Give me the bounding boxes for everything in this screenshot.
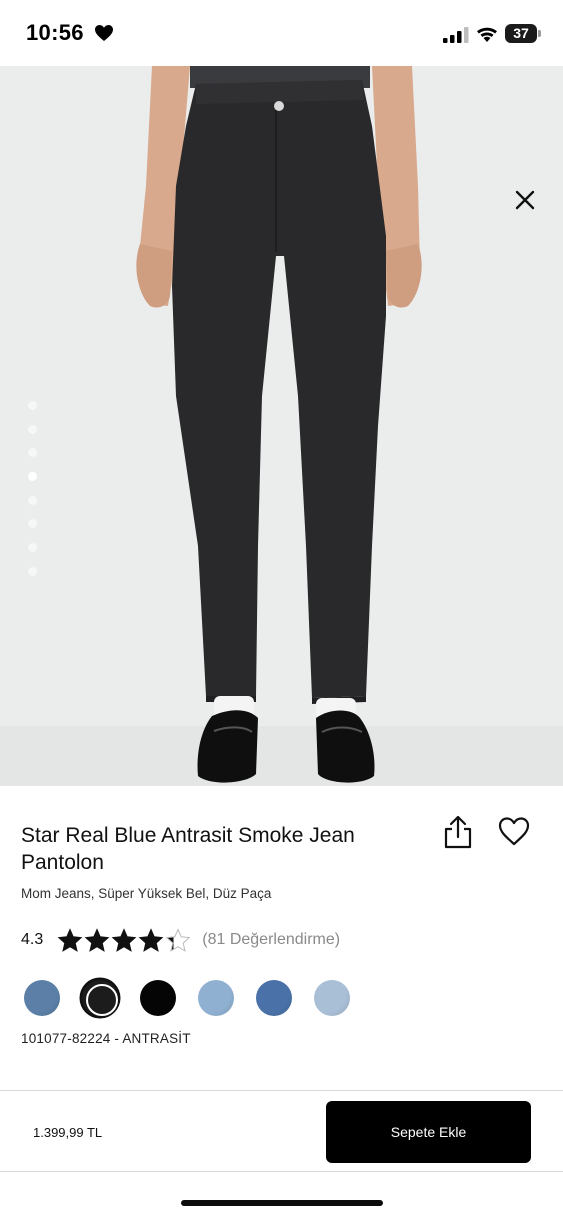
color-swatches (24, 980, 372, 1016)
bottom-bar: 1.399,99 TL Sepete Ekle (0, 1090, 563, 1172)
share-icon[interactable] (443, 815, 473, 849)
star-filled-icon (57, 928, 83, 952)
status-time: 10:56 (26, 20, 84, 45)
close-icon[interactable] (511, 186, 539, 214)
add-to-cart-button[interactable]: Sepete Ekle (326, 1101, 531, 1163)
gallery-dot[interactable] (28, 424, 37, 434)
star-filled-icon (138, 928, 164, 952)
color-swatch[interactable] (198, 980, 234, 1016)
status-bar: 10:56 37 (0, 0, 563, 66)
battery-level: 37 (513, 25, 529, 41)
price: 1.399,99 TL (33, 1125, 103, 1140)
product-photo (0, 66, 563, 786)
gallery-dot[interactable] (28, 566, 37, 576)
heart-outline-icon[interactable] (497, 815, 531, 847)
color-swatch[interactable] (140, 980, 176, 1016)
gallery-dot[interactable] (28, 401, 37, 410)
rating-stars[interactable] (57, 928, 192, 952)
star-filled-icon (111, 928, 137, 952)
product-title: Star Real Blue Antrasit Smoke Jean Panto… (21, 824, 355, 874)
review-count-link[interactable]: (81 Değerlendirme) (202, 931, 340, 949)
heart-icon (95, 25, 113, 41)
product-image[interactable] (0, 66, 563, 786)
wifi-icon (477, 27, 497, 42)
gallery-dot[interactable] (28, 543, 37, 553)
star-filled-icon (84, 928, 110, 952)
battery-icon: 37 (505, 24, 541, 43)
color-swatch[interactable] (24, 980, 60, 1016)
color-swatch[interactable] (314, 980, 350, 1016)
home-indicator[interactable] (181, 1200, 383, 1206)
product-subtitle: Mom Jeans, Süper Yüksek Bel, Düz Paça (21, 886, 272, 901)
gallery-dot[interactable] (28, 495, 37, 505)
gallery-pagination[interactable] (28, 401, 40, 591)
gallery-dot[interactable] (28, 519, 37, 529)
gallery-dot[interactable] (28, 472, 37, 482)
product-sku: 101077-82224 - ANTRASİT (21, 1031, 191, 1046)
color-swatch[interactable] (82, 980, 118, 1016)
star-half-icon (165, 928, 191, 952)
color-swatch[interactable] (256, 980, 292, 1016)
rating-row: 4.3 (81 Değerlendirme) (21, 927, 340, 953)
signal-icon (443, 27, 469, 43)
rating-value: 4.3 (21, 931, 44, 948)
gallery-dot[interactable] (28, 448, 37, 458)
